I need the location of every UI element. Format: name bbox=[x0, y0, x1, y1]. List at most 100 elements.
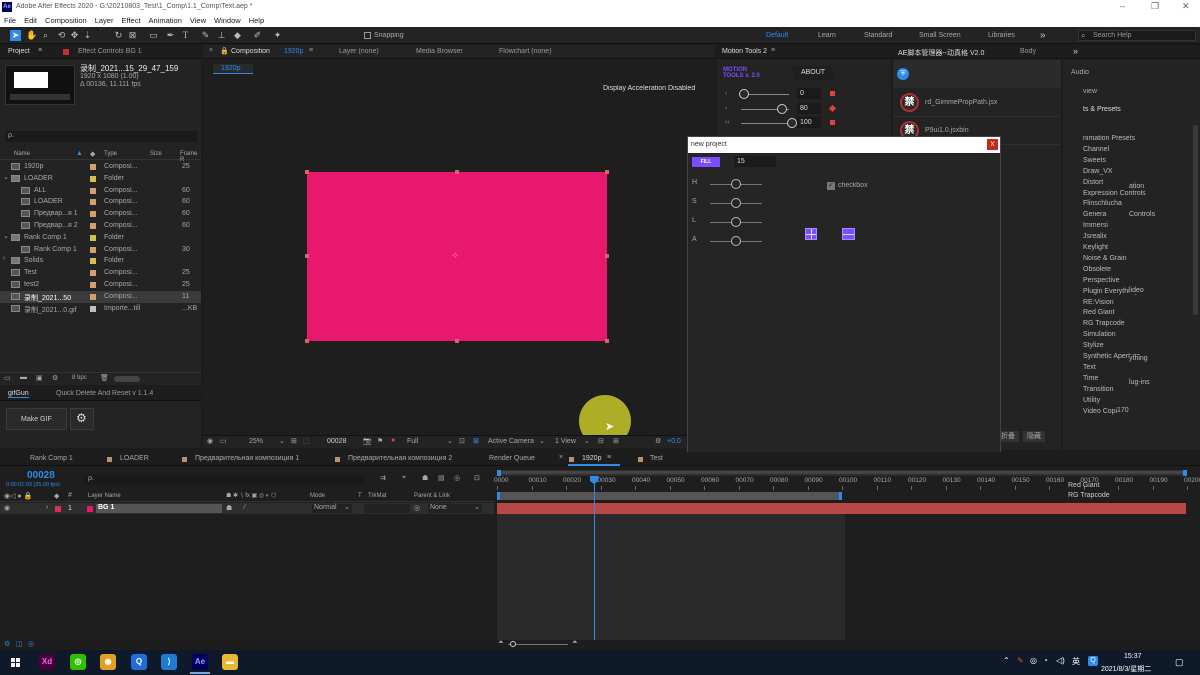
slider-0-knob[interactable] bbox=[739, 89, 749, 99]
fill-button[interactable]: FILL bbox=[692, 157, 720, 167]
effects-scrollbar[interactable] bbox=[1193, 125, 1198, 315]
close-button[interactable]: ✕ bbox=[1182, 1, 1190, 12]
comp-breadcrumb[interactable]: 1920p bbox=[213, 64, 253, 74]
transparency-grid-icon[interactable]: ⊠ bbox=[473, 437, 479, 445]
project-item[interactable]: Test Composi... 25 bbox=[0, 267, 201, 279]
wechat-tray-icon[interactable]: ◎ bbox=[1030, 656, 1037, 665]
anchor-point-icon[interactable]: ✧ bbox=[451, 251, 459, 262]
pan-behind-tool-icon[interactable]: ⊠ bbox=[127, 30, 138, 41]
keyframe-1-icon[interactable] bbox=[828, 104, 837, 112]
project-scrollbar[interactable] bbox=[114, 376, 140, 382]
dolly-tool-icon[interactable]: ⇣ bbox=[82, 30, 93, 41]
workspace-default[interactable]: Default bbox=[766, 32, 788, 39]
timeline-tab-4[interactable]: Render Queue bbox=[489, 455, 535, 462]
keyframe-0-icon[interactable] bbox=[830, 91, 835, 96]
label-swatch[interactable] bbox=[90, 270, 96, 277]
col-size[interactable]: Size bbox=[150, 151, 162, 157]
zoom-out-mountain-icon[interactable]: ⏶ bbox=[498, 639, 504, 647]
pickwhip-icon[interactable]: ◎ bbox=[414, 504, 420, 512]
new-folder-icon[interactable]: ▬ bbox=[20, 374, 27, 381]
effects-category[interactable]: nimation Presets bbox=[1083, 135, 1135, 142]
h-slider-knob[interactable] bbox=[731, 179, 741, 189]
project-item[interactable]: ALL Composi... 60 bbox=[0, 185, 201, 197]
frame-blending-icon[interactable]: ▤ bbox=[438, 474, 445, 482]
expand-chevron-icon[interactable]: › bbox=[46, 504, 48, 511]
camera-dropdown[interactable]: Active Camera bbox=[488, 438, 534, 445]
workspace-more-button[interactable]: » bbox=[1040, 30, 1046, 41]
tab-menu-icon[interactable]: ≡ bbox=[771, 47, 775, 54]
tab-flowchart[interactable]: Flowchart (none) bbox=[499, 48, 552, 55]
effects-category[interactable]: Channel bbox=[1083, 146, 1109, 153]
col-layer-name[interactable]: Layer Name bbox=[88, 493, 121, 499]
region-icon[interactable]: ⬚ bbox=[303, 437, 310, 445]
delete-icon[interactable]: 🗑 bbox=[100, 374, 109, 382]
tab-gifgun[interactable]: gifGun bbox=[8, 390, 29, 398]
timeline-zoom-slider[interactable] bbox=[508, 641, 568, 647]
project-item[interactable]: ⌄ LOADER Folder bbox=[0, 173, 201, 185]
label-swatch[interactable] bbox=[90, 234, 96, 241]
search-help-field[interactable]: ⌕ Search Help bbox=[1078, 30, 1196, 41]
expand-chevron-icon[interactable]: ⌄ bbox=[3, 232, 9, 240]
menu-item-help[interactable]: Help bbox=[249, 16, 264, 25]
new-comp-icon[interactable]: ▣ bbox=[36, 374, 43, 382]
tab-project[interactable]: Project bbox=[8, 48, 30, 55]
volume-icon[interactable]: ◁) bbox=[1056, 656, 1065, 665]
project-item[interactable]: ⌄ Rank Comp 1 Folder bbox=[0, 232, 201, 244]
parent-dropdown[interactable]: None ⌄ bbox=[428, 504, 482, 513]
expand-chevron-icon[interactable]: ⌄ bbox=[3, 173, 9, 181]
snapping-checkbox[interactable] bbox=[364, 32, 371, 39]
work-area-start-handle[interactable] bbox=[497, 492, 500, 500]
tab-quick-delete[interactable]: Quick Delete And Reset v 1.1.4 bbox=[56, 390, 153, 397]
label-swatch[interactable] bbox=[90, 211, 96, 218]
col-parent[interactable]: Parent & Link bbox=[414, 493, 450, 499]
rectangle-tool-icon[interactable]: ▭ bbox=[148, 30, 159, 41]
effects-category[interactable]: Text bbox=[1083, 364, 1096, 371]
s-slider-knob[interactable] bbox=[731, 198, 741, 208]
label-swatch[interactable] bbox=[90, 293, 96, 300]
slider-1-value-field[interactable]: 80 bbox=[797, 102, 821, 114]
comp-mini-flowchart-icon[interactable]: ⇉ bbox=[380, 474, 386, 482]
project-item[interactable]: 录制_2021...0.gif Importe...till ...KB bbox=[0, 303, 201, 315]
trkmat-dropdown[interactable] bbox=[364, 504, 410, 513]
l-slider-knob[interactable] bbox=[731, 217, 741, 227]
shield-icon[interactable]: ⛨ bbox=[897, 68, 909, 80]
effects-category[interactable]: Time bbox=[1083, 375, 1098, 382]
toggle-modes-icon[interactable]: ◫ bbox=[16, 640, 23, 648]
exposure-value[interactable]: +0.0 bbox=[667, 438, 681, 445]
timeline-tab-6[interactable]: Test bbox=[650, 455, 663, 462]
interpret-footage-icon[interactable]: ▭ bbox=[4, 374, 11, 382]
effects-category[interactable]: Draw_VX bbox=[1083, 168, 1113, 175]
zoom-dropdown[interactable]: 25% bbox=[249, 438, 263, 445]
panel-more-icon[interactable]: » bbox=[1073, 46, 1078, 56]
col-mode[interactable]: Mode bbox=[310, 493, 325, 499]
layer-duration-bar[interactable] bbox=[497, 503, 1186, 514]
eraser-tool-icon[interactable]: ◆ bbox=[232, 30, 243, 41]
graph-editor-icon[interactable]: ⊡ bbox=[474, 474, 480, 482]
tab-media-browser[interactable]: Media Browser bbox=[416, 48, 463, 55]
taskbar-xd-icon[interactable]: Xd bbox=[39, 654, 55, 670]
work-area-bar[interactable] bbox=[497, 492, 842, 500]
timeline-tab-1[interactable]: LOADER bbox=[120, 455, 149, 462]
view-layout-dropdown[interactable]: 1 View bbox=[555, 438, 576, 445]
mode-dropdown[interactable]: Normal ⌄ bbox=[312, 504, 352, 513]
grid-layout-icon[interactable] bbox=[805, 228, 817, 240]
tray-app-icon[interactable]: ✎ bbox=[1017, 656, 1024, 665]
workspace-libraries[interactable]: Libraries bbox=[988, 32, 1015, 39]
notification-icon[interactable]: ▢ bbox=[1175, 657, 1184, 668]
type-tool-icon[interactable]: T bbox=[180, 30, 191, 41]
tab-menu-icon[interactable]: ≡ bbox=[309, 47, 313, 54]
effects-category[interactable]: Keylight bbox=[1083, 244, 1108, 251]
effects-category[interactable]: Genera bbox=[1083, 211, 1106, 218]
effects-category[interactable]: Utility bbox=[1083, 397, 1100, 404]
taskbar-vs-code-icon[interactable]: ⟩ bbox=[161, 654, 177, 670]
project-item[interactable]: Предвар...я 2 Composi... 60 bbox=[0, 220, 201, 232]
effects-folder-0[interactable]: Red Giant bbox=[1068, 482, 1100, 489]
tab-body[interactable]: Body bbox=[1020, 48, 1036, 55]
project-item[interactable]: Rank Comp 1 Composi... 30 bbox=[0, 244, 201, 256]
effects-category[interactable]: Immersi bbox=[1083, 222, 1108, 229]
col-name[interactable]: Name bbox=[14, 151, 30, 157]
menu-item-layer[interactable]: Layer bbox=[95, 16, 114, 25]
reset-exposure-icon[interactable]: ⚙ bbox=[655, 437, 661, 445]
visibility-eye-icon[interactable]: ◉ bbox=[4, 504, 10, 512]
shy-layers-icon[interactable]: ☗ bbox=[422, 474, 428, 482]
